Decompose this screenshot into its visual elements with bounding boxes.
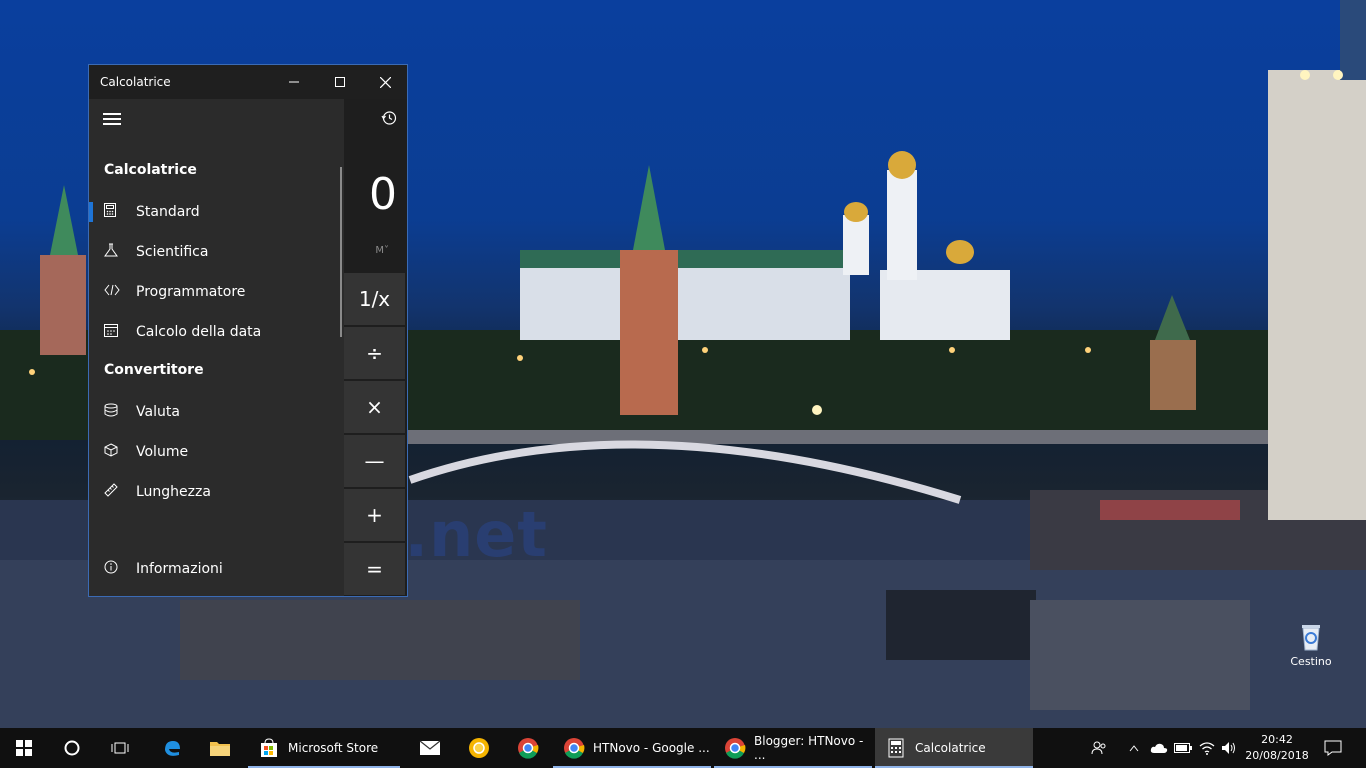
- ruler-icon: [104, 483, 130, 501]
- recycle-bin-label: Cestino: [1290, 655, 1332, 668]
- window-title: Calcolatrice: [100, 75, 171, 89]
- key-equals[interactable]: =: [344, 541, 405, 595]
- nav-item-lunghezza[interactable]: Lunghezza: [89, 472, 343, 512]
- navigation-pane: Calcolatrice Standard Scientifica Progra…: [89, 99, 343, 596]
- folder-icon: [210, 742, 230, 756]
- calculator-icon: [885, 737, 907, 759]
- taskbar-app-label: Calcolatrice: [915, 741, 986, 755]
- chrome-beta-icon: [518, 738, 539, 759]
- show-hidden-icons-button[interactable]: [1124, 728, 1144, 768]
- start-button[interactable]: [0, 728, 48, 768]
- wifi-icon: [1199, 742, 1215, 755]
- cortana-circle-icon: [64, 740, 80, 756]
- nav-item-label: Calcolo della data: [136, 324, 262, 340]
- key-subtract[interactable]: —: [344, 433, 405, 487]
- key-reciprocal[interactable]: 1/x: [344, 271, 405, 325]
- title-bar[interactable]: Calcolatrice: [89, 65, 407, 99]
- info-icon: [104, 560, 130, 578]
- taskbar-app-label: HTNovo - Google ...: [593, 741, 710, 755]
- nav-item-label: Programmatore: [136, 284, 246, 300]
- chevron-up-icon: [1129, 745, 1139, 752]
- action-center-button[interactable]: [1318, 728, 1348, 768]
- nav-item-label: Standard: [136, 204, 200, 220]
- calendar-icon: [104, 323, 130, 341]
- volume-button[interactable]: [1218, 728, 1240, 768]
- nav-scrollbar[interactable]: [340, 167, 342, 337]
- history-icon: [381, 111, 397, 125]
- nav-item-calcolo-della-data[interactable]: Calcolo della data: [89, 312, 343, 352]
- memory-button[interactable]: M˅: [375, 245, 389, 256]
- taskbar-app-blogger-htnovo[interactable]: Blogger: HTNovo - ...: [714, 728, 872, 768]
- maximize-button[interactable]: [317, 65, 363, 99]
- chrome-beta-taskbar-button[interactable]: [504, 728, 552, 768]
- mail-icon: [419, 740, 441, 755]
- result-display: 0: [369, 169, 397, 220]
- people-button[interactable]: [1086, 728, 1112, 768]
- clock[interactable]: 20:42 20/08/2018: [1242, 732, 1312, 764]
- minimize-icon: [289, 81, 299, 83]
- nav-item-label: Valuta: [136, 404, 180, 420]
- cloud-icon: [1150, 743, 1168, 753]
- nav-item-label: Informazioni: [136, 561, 223, 577]
- cortana-button[interactable]: [48, 728, 96, 768]
- speaker-icon: [1222, 742, 1235, 754]
- section-convertitore: Convertitore: [104, 362, 204, 378]
- taskbar-app-htnovo-google[interactable]: HTNovo - Google ...: [553, 728, 711, 768]
- nav-item-valuta[interactable]: Valuta: [89, 392, 343, 432]
- taskbar: Microsoft Store HTNovo - Google ... Blog…: [0, 728, 1366, 768]
- mail-taskbar-button[interactable]: [406, 728, 454, 768]
- nav-item-label: Volume: [136, 444, 189, 460]
- taskbar-app-label: Microsoft Store: [288, 741, 379, 755]
- store-icon: [258, 737, 280, 759]
- close-button[interactable]: [362, 65, 408, 99]
- nav-item-scientifica[interactable]: Scientifica: [89, 232, 343, 272]
- chrome-canary-icon: [469, 738, 489, 758]
- hamburger-menu-icon[interactable]: [103, 113, 121, 127]
- network-button[interactable]: [1196, 728, 1218, 768]
- recycle-bin-shortcut[interactable]: Cestino: [1286, 622, 1336, 668]
- clock-time: 20:42: [1261, 733, 1293, 746]
- clock-date: 20/08/2018: [1245, 749, 1309, 762]
- cube-icon: [104, 443, 130, 461]
- close-icon: [379, 76, 391, 88]
- taskbar-app-calcolatrice[interactable]: Calcolatrice: [875, 728, 1033, 768]
- nav-item-label: Scientifica: [136, 244, 209, 260]
- code-icon: [104, 284, 130, 300]
- file-explorer-taskbar-button[interactable]: [196, 728, 244, 768]
- nav-item-label: Lunghezza: [136, 484, 211, 500]
- maximize-icon: [335, 77, 345, 87]
- taskbar-app-label: Blogger: HTNovo - ...: [754, 734, 864, 762]
- standard-calc-icon: [104, 203, 130, 221]
- task-view-icon: [111, 742, 129, 754]
- history-button[interactable]: [381, 110, 397, 130]
- calculator-body: 0 M˅ 1/x ÷ × — + =: [344, 99, 407, 596]
- canary-taskbar-button[interactable]: [455, 728, 503, 768]
- section-calcolatrice: Calcolatrice: [104, 162, 197, 178]
- onedrive-button[interactable]: [1148, 728, 1170, 768]
- calculator-window: Calcolatrice Calcolatrice Standard Scien…: [88, 64, 408, 597]
- selected-indicator: [89, 202, 93, 222]
- recycle-bin-icon: [1302, 625, 1320, 651]
- minimize-button[interactable]: [271, 65, 317, 99]
- notification-icon: [1324, 740, 1342, 756]
- nav-item-programmatore[interactable]: Programmatore: [89, 272, 343, 312]
- taskbar-app-microsoft-store[interactable]: Microsoft Store: [248, 728, 400, 768]
- nav-item-standard[interactable]: Standard: [89, 192, 343, 232]
- battery-button[interactable]: [1172, 728, 1194, 768]
- chrome-icon: [724, 737, 746, 759]
- flask-icon: [104, 243, 130, 261]
- currency-icon: [104, 403, 130, 421]
- task-view-button[interactable]: [96, 728, 144, 768]
- people-icon: [1091, 741, 1106, 755]
- windows-logo-icon: [16, 740, 32, 756]
- edge-taskbar-button[interactable]: [148, 728, 196, 768]
- nav-item-informazioni[interactable]: Informazioni: [89, 549, 343, 589]
- key-add[interactable]: +: [344, 487, 405, 541]
- key-divide[interactable]: ÷: [344, 325, 405, 379]
- battery-icon: [1174, 743, 1192, 753]
- chrome-icon: [563, 737, 585, 759]
- nav-item-volume[interactable]: Volume: [89, 432, 343, 472]
- edge-icon: [165, 741, 180, 756]
- key-multiply[interactable]: ×: [344, 379, 405, 433]
